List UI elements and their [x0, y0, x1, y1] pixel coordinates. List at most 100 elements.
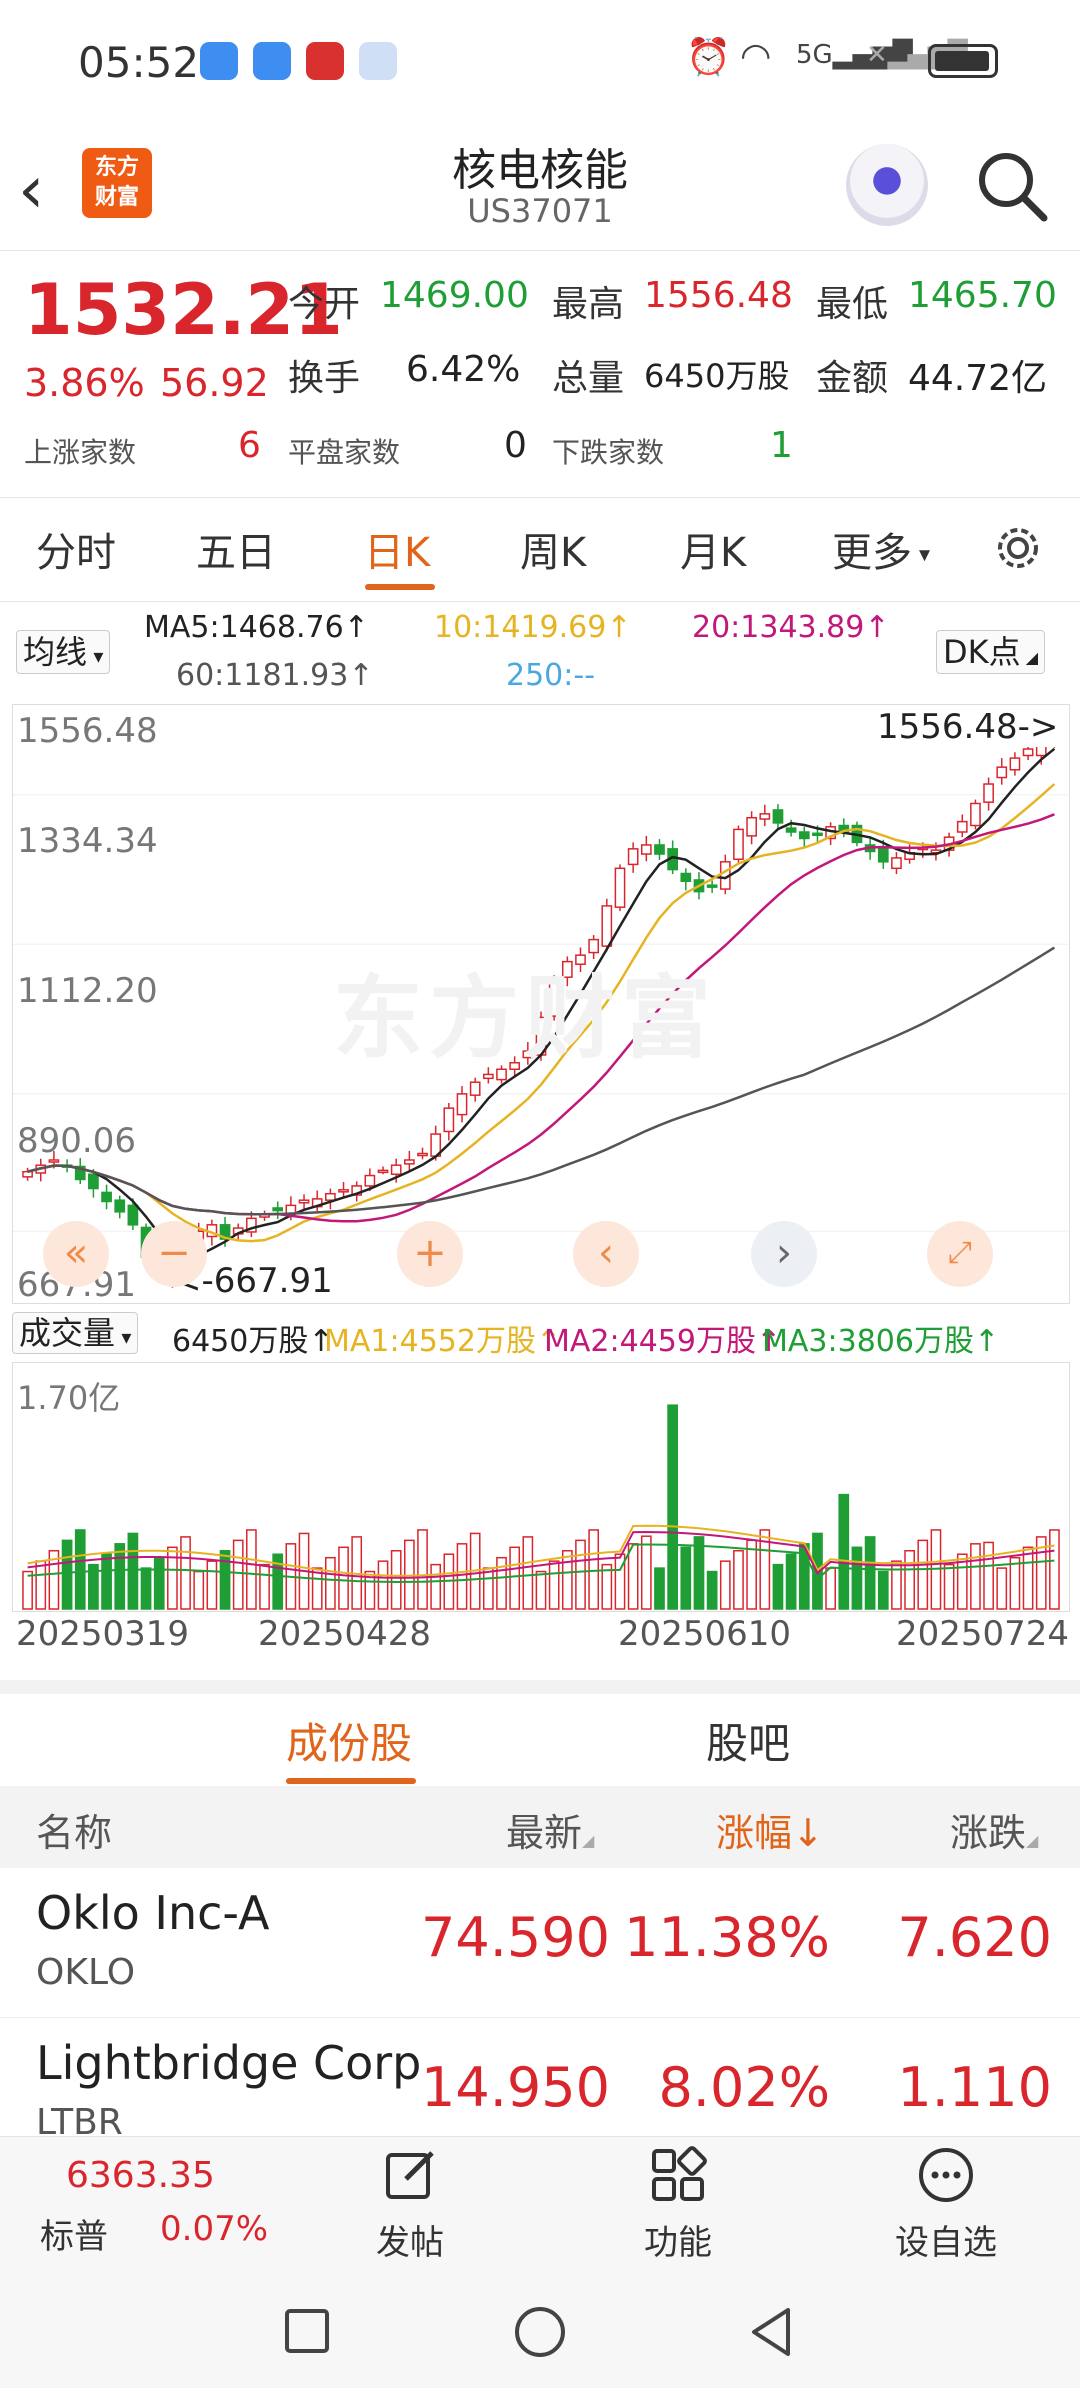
- back-icon[interactable]: [746, 2304, 796, 2360]
- candle-body: [772, 809, 784, 824]
- stock-name: Lightbridge Corp: [36, 2036, 422, 2090]
- ma10-value: 10:1419.69↑: [434, 610, 632, 645]
- volume-bar: [917, 1539, 929, 1610]
- open-value: 1469.00: [380, 275, 529, 316]
- candle-body: [654, 844, 665, 855]
- date-label: 20250428: [258, 1614, 432, 1654]
- volume-plot: [22, 1404, 1060, 1610]
- volume-bar: [996, 1567, 1008, 1610]
- volume-selector[interactable]: 成交量 ▾: [12, 1312, 139, 1354]
- column-change[interactable]: 涨跌◢: [950, 1802, 1038, 1857]
- candle-body: [338, 1189, 349, 1193]
- volume-bar: [706, 1570, 718, 1610]
- low-label: 最低: [816, 284, 889, 325]
- add-favorite-button[interactable]: 设自选: [876, 2145, 1016, 2264]
- add-favorite-label: 设自选: [895, 2223, 997, 2263]
- tab-daily-k[interactable]: 日K: [364, 520, 430, 578]
- search-icon[interactable]: [972, 146, 1052, 226]
- assistant-robot-icon[interactable]: [846, 144, 928, 226]
- tab-constituents[interactable]: 成份股: [286, 1710, 412, 1771]
- candle-body: [733, 828, 744, 860]
- volume-bar: [232, 1539, 244, 1610]
- volume-bar: [733, 1550, 744, 1610]
- candle-body: [970, 802, 981, 827]
- candle-body: [325, 1192, 336, 1201]
- zoom-in-button[interactable]: +: [397, 1221, 463, 1287]
- post-label: 发帖: [376, 2223, 444, 2263]
- home-icon[interactable]: [512, 2304, 568, 2360]
- ma-selector[interactable]: 均线 ▾: [16, 630, 111, 674]
- post-button[interactable]: 发帖: [340, 2145, 480, 2264]
- stock-change: 7.620: [897, 1906, 1052, 1969]
- high-label: 最高: [552, 284, 625, 325]
- tab-five-day[interactable]: 五日: [196, 520, 276, 578]
- function-button[interactable]: 功能: [608, 2145, 748, 2264]
- recent-apps-icon[interactable]: [282, 2306, 332, 2356]
- dropdown-arrow-icon: ▾: [912, 542, 931, 568]
- dropdown-arrow-icon: ▾: [87, 644, 104, 668]
- volume-bar: [627, 1543, 639, 1610]
- scroll-right-button[interactable]: ›: [751, 1221, 817, 1287]
- volume-bar: [325, 1556, 336, 1610]
- volume-bar: [377, 1560, 389, 1610]
- stock-pct: 8.02%: [658, 2056, 830, 2119]
- stock-change: 1.110: [897, 2056, 1052, 2119]
- volume-bar: [825, 1567, 836, 1610]
- dk-point-selector[interactable]: DK点 ◢: [936, 630, 1046, 674]
- scroll-left-button[interactable]: ‹: [573, 1221, 639, 1287]
- candle-body: [891, 857, 902, 870]
- volume-chart[interactable]: 1.70亿: [12, 1362, 1070, 1612]
- battery-icon: [928, 44, 998, 78]
- stock-code: OKLO: [36, 1952, 136, 1993]
- volume-bar: [180, 1536, 191, 1610]
- sort-icon: ◢: [582, 1831, 595, 1850]
- tab-forum[interactable]: 股吧: [706, 1710, 790, 1771]
- date-label: 20250319: [16, 1614, 190, 1654]
- volume-bar: [970, 1543, 981, 1610]
- chart-watermark: 东方财富: [333, 966, 717, 1071]
- ma5-value: MA5:1468.76↑: [144, 610, 369, 645]
- column-latest[interactable]: 最新◢: [506, 1802, 594, 1857]
- volume-bar: [127, 1532, 139, 1610]
- volume-bar: [785, 1553, 797, 1610]
- dropdown-arrow-icon: ▾: [115, 1325, 132, 1349]
- volume-bar: [667, 1404, 679, 1610]
- volume-bar: [588, 1529, 600, 1610]
- candle-body: [601, 905, 613, 947]
- sort-icon: ◢: [1026, 1831, 1039, 1850]
- bottom-toolbar: 6363.35 标普 0.07% 发帖 功能 设自选: [0, 2136, 1080, 2272]
- column-name: 名称: [36, 1811, 113, 1855]
- volume-bar: [219, 1550, 231, 1610]
- gear-icon[interactable]: [990, 520, 1046, 576]
- volume-bar: [193, 1570, 205, 1610]
- tab-more[interactable]: 更多 ▾: [832, 520, 930, 578]
- app-notification-icon: [359, 42, 397, 80]
- tab-monthly-k[interactable]: 月K: [680, 520, 746, 578]
- ma-legend: 均线 ▾ MA5:1468.76↑ 10:1419.69↑ 20:1343.89…: [0, 606, 1080, 702]
- app-notification-icon: [253, 42, 291, 80]
- flat-count: 0: [504, 425, 527, 466]
- y-axis-label: 1112.20: [17, 971, 158, 1011]
- high-value: 1556.48: [644, 275, 793, 316]
- index-ticker[interactable]: 6363.35 标普 0.07%: [20, 2151, 280, 2261]
- column-pct[interactable]: 涨幅↓: [716, 1802, 824, 1857]
- volume-bar: [140, 1567, 152, 1610]
- candle-body: [377, 1169, 389, 1174]
- volume-value: 6450万股: [644, 357, 790, 395]
- scroll-start-button[interactable]: «: [43, 1221, 109, 1287]
- tab-intraday[interactable]: 分时: [36, 520, 116, 578]
- candle-body: [88, 1173, 99, 1190]
- candle-body: [614, 867, 626, 908]
- candle-body: [469, 1081, 481, 1096]
- table-row[interactable]: Oklo Inc-A OKLO 74.590 11.38% 7.620: [0, 1868, 1080, 2018]
- zoom-out-button[interactable]: −: [141, 1221, 207, 1287]
- kline-chart[interactable]: 东方财富 1556.48 1334.34 1112.20 890.06 667.…: [12, 704, 1070, 1305]
- column-change-label: 涨跌: [950, 1811, 1027, 1855]
- stock-name: Oklo Inc-A: [36, 1886, 270, 1940]
- fullscreen-icon[interactable]: ⤢: [927, 1221, 993, 1287]
- tab-weekly-k[interactable]: 周K: [520, 520, 586, 578]
- column-latest-label: 最新: [506, 1811, 583, 1855]
- ma-selector-label: 均线: [23, 633, 88, 671]
- period-tabs: 分时 五日 日K 周K 月K 更多 ▾: [0, 498, 1080, 602]
- volume-bar: [35, 1560, 47, 1610]
